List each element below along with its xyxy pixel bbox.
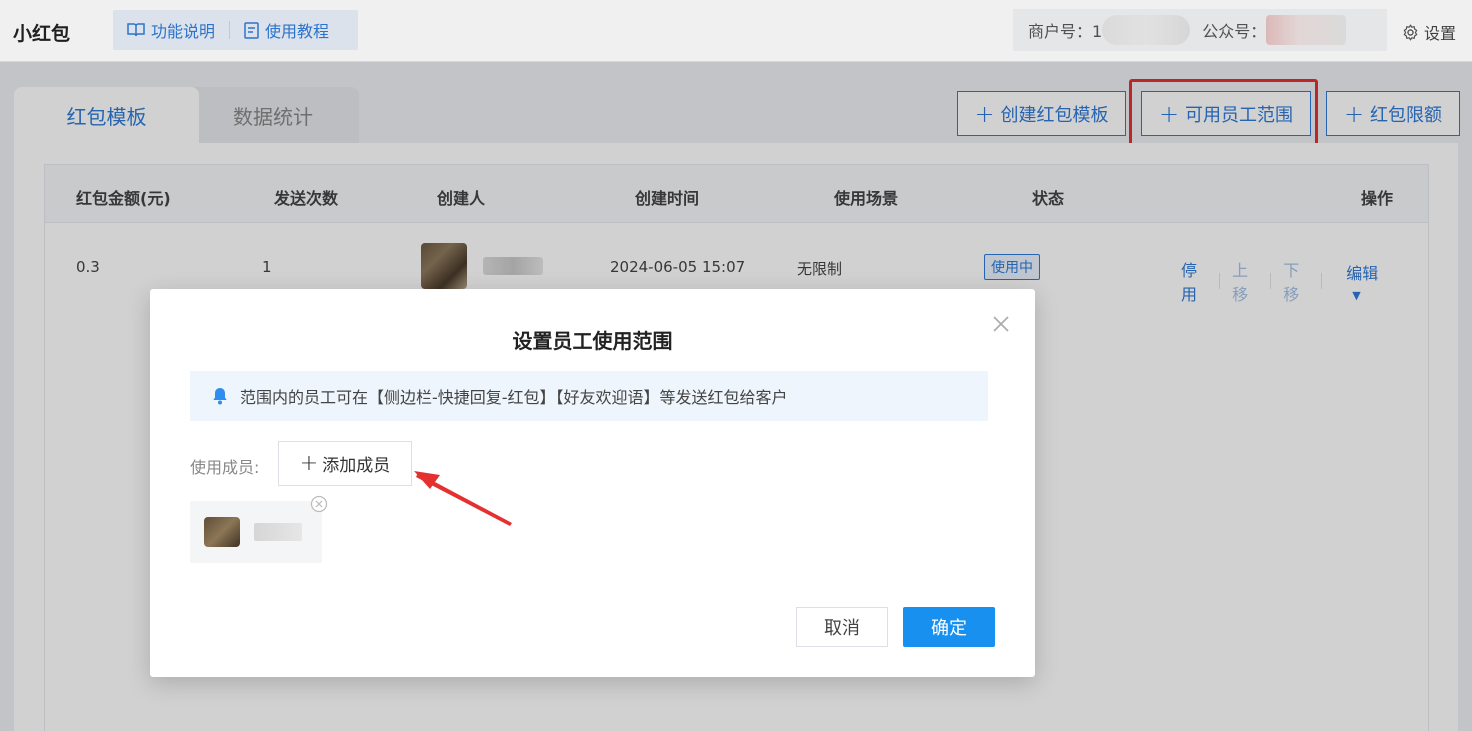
staff-scope-dialog: 设置员工使用范围 范围内的员工可在【侧边栏-快捷回复-红包】【好友欢迎语】等发送… <box>150 289 1035 677</box>
annotation-arrow-icon <box>414 471 512 526</box>
header-shade <box>0 0 1472 62</box>
confirm-button[interactable]: 确定 <box>903 607 995 647</box>
avatar <box>204 517 240 547</box>
member-name-masked <box>254 523 302 541</box>
bell-icon <box>213 388 227 405</box>
member-label: 使用成员: <box>190 458 260 477</box>
close-icon[interactable] <box>990 313 1012 335</box>
notice-banner: 范围内的员工可在【侧边栏-快捷回复-红包】【好友欢迎语】等发送红包给客户 <box>190 371 988 421</box>
add-member-label: 添加成员 <box>322 456 391 476</box>
plus-icon: + <box>299 450 319 476</box>
member-chip <box>190 501 322 563</box>
notice-text: 范围内的员工可在【侧边栏-快捷回复-红包】【好友欢迎语】等发送红包给客户 <box>240 388 788 407</box>
remove-member-icon[interactable] <box>310 495 328 513</box>
cancel-button[interactable]: 取消 <box>796 607 888 647</box>
add-member-button[interactable]: + 添加成员 <box>278 441 412 486</box>
dialog-title: 设置员工使用范围 <box>512 329 673 353</box>
